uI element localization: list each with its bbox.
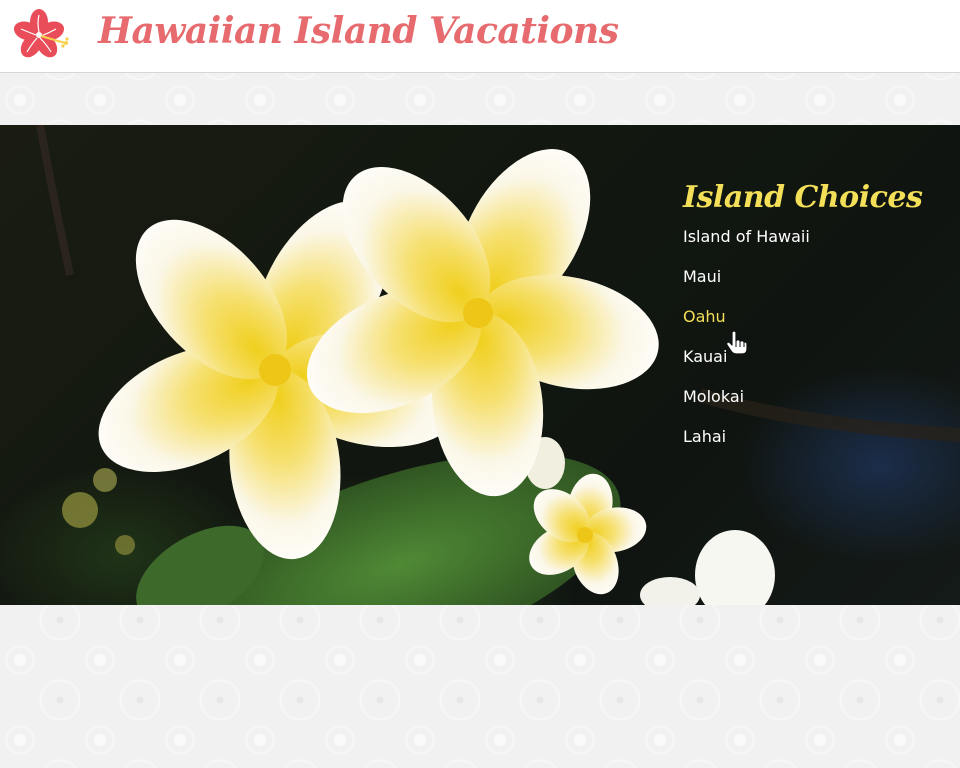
menu-item-oahu[interactable]: Oahu — [683, 307, 943, 347]
menu-item-lahai[interactable]: Lahai — [683, 427, 943, 467]
menu-item-kauai[interactable]: Kauai — [683, 347, 943, 387]
menu-item-molokai[interactable]: Molokai — [683, 387, 943, 427]
island-choices-menu: Island Choices Island of Hawaii Maui Oah… — [683, 180, 943, 467]
pointer-hand-icon — [726, 331, 748, 355]
hero-banner: Island Choices Island of Hawaii Maui Oah… — [0, 125, 960, 605]
site-header: Hawaiian Island Vacations — [0, 0, 960, 73]
hibiscus-flower-icon[interactable] — [13, 8, 73, 62]
menu-item-maui[interactable]: Maui — [683, 267, 943, 307]
menu-title: Island Choices — [683, 180, 923, 215]
menu-item-island-of-hawaii[interactable]: Island of Hawaii — [683, 227, 943, 267]
site-title[interactable]: Hawaiian Island Vacations — [98, 10, 619, 52]
